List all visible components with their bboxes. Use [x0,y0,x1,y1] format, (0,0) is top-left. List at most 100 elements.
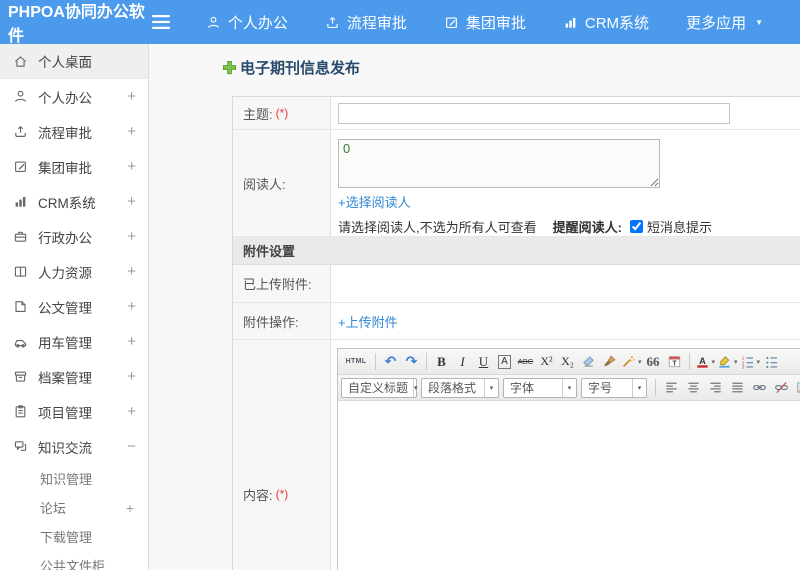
html-source-button[interactable]: HTML [342,351,370,372]
sidebar-item-human-resources[interactable]: 人力资源 + [0,254,148,289]
readers-note-text: 请选择阅读人,不选为所有人可查看 [338,220,537,235]
publish-form: 主题: (*) 阅读人: 0 +选择阅读人 请选择阅读人,不选为所有人可查看 提… [232,96,800,570]
attachment-actions-row: 附件操作: +上传附件 [233,303,800,340]
expand-plus-icon[interactable]: + [127,403,136,420]
car-icon [13,334,28,349]
align-right-icon[interactable] [705,377,725,398]
readers-row: 阅读人: 0 +选择阅读人 请选择阅读人,不选为所有人可查看 提醒阅读人: 短消… [233,130,800,237]
superscript-button[interactable]: X² [537,351,556,372]
editor-toolbar-row-1: HTML ↶ ↷ B I U A ABC X² X₂ ▾ 66 T A ▾ ▾ 1 2 3 ▾ [338,349,800,375]
toolbar-separator [688,353,690,370]
sidebar-item-knowledge-exchange[interactable]: 知识交流 − [0,429,148,464]
editor-content[interactable] [338,401,800,570]
bold-button[interactable]: B [432,351,451,372]
chat-icon [13,439,28,454]
strikethrough-button[interactable]: ABC [516,351,535,372]
sidebar-item-workflow-approval[interactable]: 流程审批 + [0,114,148,149]
chevron-down-icon: ▾ [734,358,738,366]
upload-attachment-link[interactable]: +上传附件 [338,312,398,331]
sidebar-item-personal-office[interactable]: 个人办公 + [0,79,148,114]
select-label: 段落格式 [428,381,477,395]
sidebar-item-group-approval[interactable]: 集团审批 + [0,149,148,184]
sidebar-item-project-management[interactable]: 项目管理 + [0,394,148,429]
remove-format-icon[interactable] [579,351,598,372]
svg-text:T: T [672,360,677,367]
italic-button[interactable]: I [453,351,472,372]
expand-plus-icon[interactable]: + [127,88,136,105]
expand-plus-icon[interactable]: + [127,263,136,280]
unordered-list-icon[interactable] [762,351,781,372]
sidebar-item-label: CRM系统 [38,195,96,211]
subscript-button[interactable]: X₂ [558,351,577,372]
book-icon [13,264,28,279]
app-logo[interactable]: PHPOA协同办公软件 [0,0,152,46]
link-icon[interactable] [749,377,769,398]
align-justify-icon[interactable] [727,377,747,398]
expand-plus-icon[interactable]: + [127,158,136,175]
align-left-icon[interactable] [661,377,681,398]
expand-plus-icon[interactable]: + [127,123,136,140]
doc-icon [13,299,28,314]
sidebar-item-label: 个人桌面 [38,55,92,70]
paragraph-format-select[interactable]: 段落格式 ▾ [421,377,499,398]
sidebar-item-label: 集团审批 [38,160,92,176]
ordered-list-icon[interactable]: 1 2 3 ▾ [740,351,760,372]
font-family-select[interactable]: 字体 ▾ [503,377,577,398]
hamburger-menu-icon[interactable] [151,14,170,30]
select-label: 字体 [510,381,535,395]
insert-date-icon[interactable]: T [665,351,684,372]
nav-item-more-apps[interactable]: 更多应用 ▼ [686,12,763,33]
workflow-icon [13,124,28,139]
highlight-color-icon[interactable]: ▾ [717,351,738,372]
expand-plus-icon[interactable]: + [127,298,136,315]
font-border-button[interactable]: A [495,351,514,372]
sidebar-item-archive-management[interactable]: 档案管理 + [0,359,148,394]
sms-checkbox[interactable] [629,220,643,233]
redo-icon[interactable]: ↷ [402,351,421,372]
chevron-down-icon: ▾ [562,378,576,397]
collapse-minus-icon[interactable]: − [127,438,136,455]
readers-textarea[interactable]: 0 [338,139,660,188]
auto-typeset-icon[interactable]: ▾ [621,351,642,372]
expand-plus-icon[interactable]: + [127,228,136,245]
sidebar-subitem-label: 知识管理 [40,472,93,487]
app-header: PHPOA协同办公软件 个人办公 流程审批 集团审批 CRM系统 更多应用 ▼ [0,0,800,46]
select-readers-link[interactable]: +选择阅读人 [338,195,411,210]
sidebar-item-vehicle-management[interactable]: 用车管理 + [0,324,148,359]
nav-item-workflow-approval[interactable]: 流程审批 [325,12,407,33]
uploaded-attachments-label: 已上传附件: [233,265,331,302]
image-icon[interactable] [793,377,800,398]
expand-plus-icon[interactable]: + [127,193,136,210]
nav-item-personal-office[interactable]: 个人办公 [206,12,288,33]
sidebar-subitem-download-management[interactable]: 下载管理 [0,522,148,551]
sidebar-subitem-knowledge-management[interactable]: 知识管理 [0,464,148,493]
font-size-select[interactable]: 字号 ▾ [581,377,647,398]
expand-plus-icon[interactable]: + [126,500,134,516]
custom-title-select[interactable]: 自定义标题 ▾ [341,377,418,398]
format-painter-icon[interactable] [600,351,619,372]
sidebar-item-admin-office[interactable]: 行政办公 + [0,219,148,254]
underline-button[interactable]: U [474,351,493,372]
sidebar-subitem-public-file-cabinet[interactable]: 公共文件柜 [0,551,148,570]
select-label: 字号 [588,381,613,395]
undo-icon[interactable]: ↶ [381,351,400,372]
sidebar-item-document-management[interactable]: 公文管理 + [0,289,148,324]
main-content: 电子期刊信息发布 主题: (*) 阅读人: 0 +选择阅读人 请选择阅读人,不选… [149,44,800,570]
blockquote-button[interactable]: 66 [644,351,663,372]
nav-item-crm-system[interactable]: CRM系统 [563,12,649,33]
sidebar-subitem-forum[interactable]: 论坛 + [0,493,148,522]
page-title-text: 电子期刊信息发布 [240,60,361,77]
attachment-actions-label: 附件操作: [233,303,331,339]
sidebar-item-label: 档案管理 [38,370,92,386]
subject-input[interactable] [338,102,730,124]
align-center-icon[interactable] [683,377,703,398]
nav-item-group-approval[interactable]: 集团审批 [444,12,526,33]
clipboard-icon [13,404,28,419]
font-color-icon[interactable]: A ▾ [695,351,715,372]
unlink-icon[interactable] [771,377,791,398]
chevron-down-icon: ▾ [638,358,642,366]
sidebar-item-personal-desktop[interactable]: 个人桌面 [0,44,148,79]
sidebar-item-crm-system[interactable]: CRM系统 + [0,184,148,219]
expand-plus-icon[interactable]: + [127,368,136,385]
expand-plus-icon[interactable]: + [127,333,136,350]
